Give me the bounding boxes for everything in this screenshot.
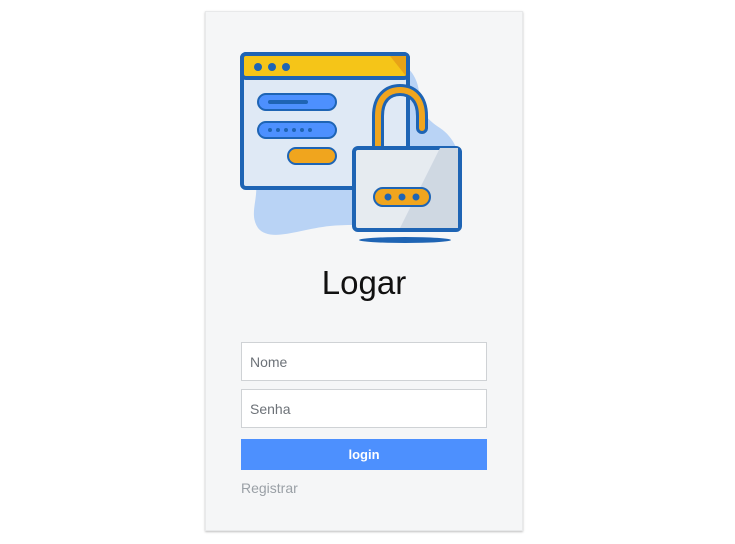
- register-link[interactable]: Registrar: [241, 480, 298, 496]
- login-card: Logar login Registrar: [205, 11, 523, 531]
- login-button[interactable]: login: [241, 439, 487, 470]
- login-security-illustration: [240, 52, 462, 243]
- page-title: Logar: [321, 264, 407, 301]
- name-field[interactable]: [241, 342, 487, 381]
- password-field[interactable]: [241, 389, 487, 428]
